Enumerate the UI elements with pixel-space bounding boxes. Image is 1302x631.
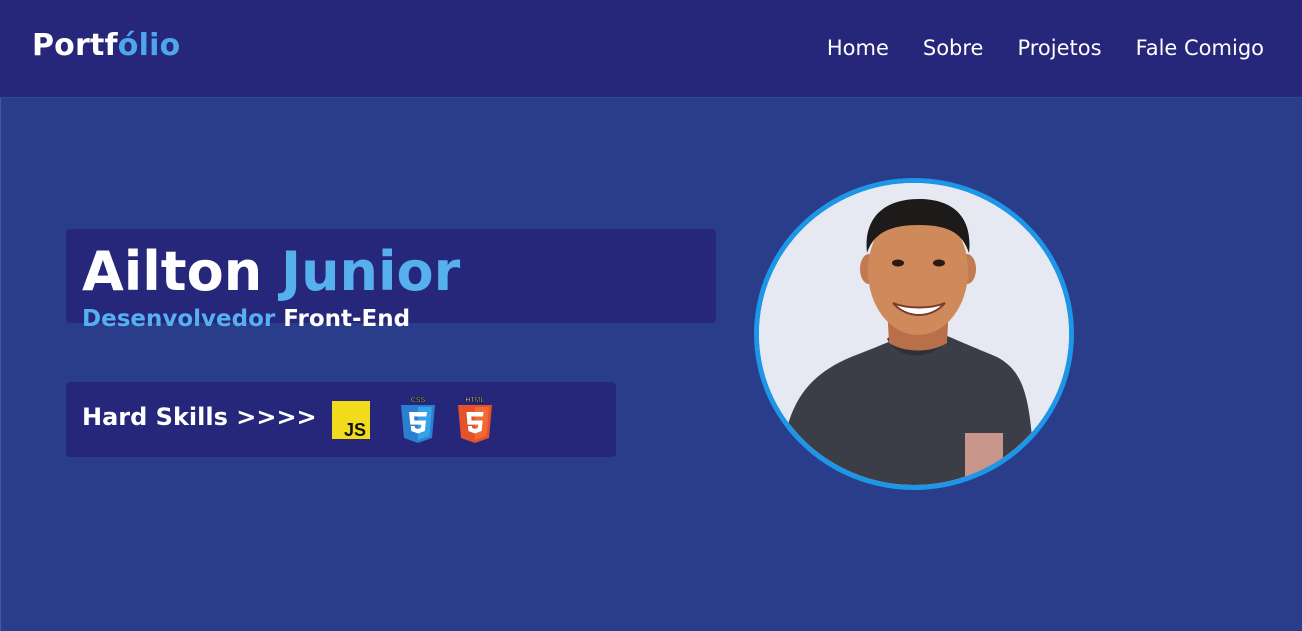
hero-last-name: Junior — [280, 240, 461, 303]
site-logo[interactable]: Portfólio — [32, 26, 180, 66]
nav-link-home[interactable]: Home — [827, 36, 889, 60]
javascript-icon: JS — [332, 401, 370, 439]
hero-role-rest: Front-End — [283, 306, 411, 332]
nav-link-fale-comigo[interactable]: Fale Comigo — [1136, 36, 1264, 60]
html5-icon-text: HTML — [465, 397, 485, 404]
css3-icon: CSS — [401, 397, 435, 443]
portrait-illustration — [759, 183, 1069, 485]
hero-name: Ailton Junior — [82, 236, 460, 308]
html5-icon: HTML — [458, 397, 492, 443]
javascript-icon-text: JS — [344, 420, 366, 439]
hero-role: Desenvolvedor Front-End — [82, 302, 410, 336]
nav-link-projetos[interactable]: Projetos — [1017, 36, 1101, 60]
nav-menu: Home Sobre Projetos Fale Comigo — [827, 31, 1264, 65]
hero-role-accent: Desenvolvedor — [82, 306, 276, 332]
profile-photo-image — [759, 183, 1069, 485]
skills-label: Hard Skills >>>> — [82, 403, 317, 431]
profile-photo — [754, 178, 1074, 490]
nav-item-fale-comigo: Fale Comigo — [1136, 31, 1264, 65]
nav-item-home: Home — [827, 31, 889, 65]
css3-icon-text: CSS — [411, 397, 426, 404]
nav-link-sobre[interactable]: Sobre — [923, 36, 984, 60]
navbar: Portfólio Home Sobre Projetos Fale Comig… — [0, 0, 1302, 98]
logo-text-part1: Portf — [32, 28, 118, 63]
nav-item-projetos: Projetos — [1017, 31, 1101, 65]
logo-text-part2: ólio — [117, 28, 181, 63]
nav-item-sobre: Sobre — [923, 31, 984, 65]
hero-first-name: Ailton — [82, 240, 263, 303]
